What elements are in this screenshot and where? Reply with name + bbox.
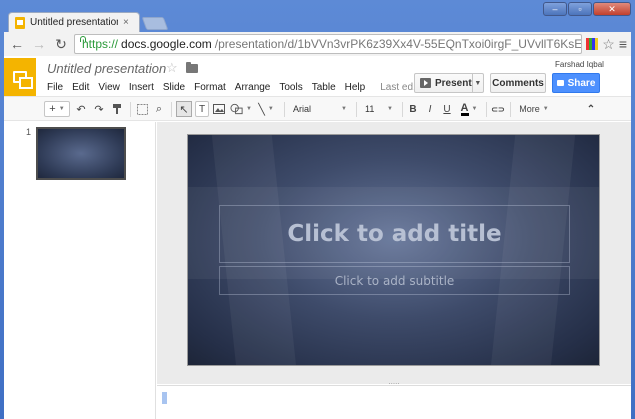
- bold-button[interactable]: B: [407, 101, 419, 117]
- reload-icon[interactable]: ↻: [52, 35, 70, 53]
- fit-icon[interactable]: [135, 101, 149, 117]
- share-button[interactable]: Share: [552, 73, 600, 93]
- present-button[interactable]: Present ▼: [414, 73, 484, 93]
- bookmark-star-icon[interactable]: ☆: [602, 36, 615, 53]
- address-bar[interactable]: https://docs.google.com/presentation/d/1…: [74, 34, 583, 54]
- link-icon[interactable]: ⊂⊃: [490, 101, 506, 117]
- text-box-icon[interactable]: T: [195, 101, 209, 117]
- underline-button[interactable]: U: [441, 101, 453, 117]
- slide-filmstrip: 1: [4, 122, 156, 419]
- back-icon[interactable]: ←: [8, 35, 26, 53]
- font-size-select[interactable]: 11 ▼: [361, 101, 397, 117]
- menu-file[interactable]: File: [47, 82, 63, 93]
- comments-button[interactable]: Comments: [490, 73, 546, 93]
- tab-close-icon[interactable]: ×: [123, 17, 129, 28]
- subtitle-placeholder-text: Click to add subtitle: [334, 273, 455, 288]
- shape-icon[interactable]: ▼: [230, 101, 252, 117]
- menu-edit[interactable]: Edit: [72, 82, 89, 93]
- menu-tools[interactable]: Tools: [279, 82, 302, 93]
- title-placeholder[interactable]: Click to add title: [219, 205, 570, 263]
- tab-strip: Untitled presentation - Go × – ▫ ✕: [0, 0, 635, 32]
- zoom-icon[interactable]: ⌕: [152, 101, 166, 117]
- url-host: docs.google.com: [121, 37, 212, 51]
- menu-table[interactable]: Table: [312, 82, 336, 93]
- menu-help[interactable]: Help: [345, 82, 366, 93]
- font-family-select[interactable]: Arial ▼: [289, 101, 351, 117]
- add-slide-button[interactable]: + ▼: [44, 101, 70, 117]
- slide-number: 1: [26, 127, 32, 137]
- speaker-notes[interactable]: [157, 385, 631, 419]
- slide-thumbnail[interactable]: [36, 127, 126, 180]
- slide-canvas-area: Click to add title Click to add subtitle: [157, 122, 631, 384]
- menu-arrange[interactable]: Arrange: [235, 82, 271, 93]
- slides-app: Untitled presentation ☆ File Edit View I…: [4, 56, 631, 419]
- italic-button[interactable]: I: [424, 101, 436, 117]
- browser-tab[interactable]: Untitled presentation - Go ×: [8, 12, 140, 32]
- star-icon[interactable]: ☆: [166, 60, 178, 76]
- slides-favicon-icon: [15, 16, 25, 29]
- text-color-button[interactable]: A ▼: [458, 101, 480, 117]
- image-icon[interactable]: [212, 101, 226, 117]
- notes-cursor: [162, 392, 167, 404]
- user-account[interactable]: Farshad Iqbal: [555, 60, 604, 69]
- maximize-button[interactable]: ▫: [568, 2, 592, 16]
- extension-icon[interactable]: [586, 38, 599, 50]
- select-icon[interactable]: ↖: [176, 101, 192, 117]
- undo-icon[interactable]: ↶: [74, 101, 88, 117]
- subtitle-placeholder[interactable]: Click to add subtitle: [219, 266, 570, 295]
- menu-slide[interactable]: Slide: [163, 82, 185, 93]
- new-tab-button[interactable]: [141, 17, 169, 30]
- slides-logo-icon[interactable]: [4, 58, 36, 96]
- share-lock-icon: [556, 80, 564, 86]
- present-main[interactable]: Present: [415, 74, 473, 92]
- share-label: Share: [567, 77, 596, 89]
- menu-view[interactable]: View: [98, 82, 120, 93]
- url-path: /presentation/d/1bVVn3vrPK6z39Xx4V-55EQn…: [214, 37, 583, 51]
- menu-bar: File Edit View Insert Slide Format Arran…: [47, 82, 421, 93]
- url-scheme: https://: [82, 37, 119, 51]
- line-icon[interactable]: ╲ ▼: [255, 101, 277, 117]
- editor-toolbar: + ▼ ↶ ↷ ⌕ ↖ T ▼ ╲ ▼ Arial ▼ 11 ▼ B I U A…: [4, 96, 631, 121]
- window-controls: – ▫ ✕: [543, 2, 631, 16]
- browser-window: Untitled presentation - Go × – ▫ ✕ ← → ↻…: [0, 0, 635, 419]
- paint-format-icon[interactable]: [110, 101, 124, 117]
- browser-toolbar: ← → ↻ https://docs.google.com/presentati…: [4, 32, 631, 56]
- tab-title: Untitled presentation - Go: [30, 17, 118, 28]
- minimize-button[interactable]: –: [543, 2, 567, 16]
- folder-icon[interactable]: [186, 62, 198, 73]
- browser-menu-icon[interactable]: ≡: [619, 36, 627, 52]
- collapse-toolbar-icon[interactable]: ⌃: [584, 101, 598, 117]
- slide-canvas[interactable]: Click to add title Click to add subtitle: [187, 134, 600, 366]
- more-button[interactable]: More ▼: [516, 101, 552, 117]
- close-window-button[interactable]: ✕: [593, 2, 631, 16]
- forward-icon[interactable]: →: [30, 35, 48, 53]
- present-label: Present: [435, 77, 472, 89]
- menu-insert[interactable]: Insert: [129, 82, 154, 93]
- play-icon: [420, 78, 431, 88]
- document-title[interactable]: Untitled presentation: [47, 61, 166, 76]
- title-placeholder-text: Click to add title: [287, 221, 502, 247]
- present-dropdown-icon[interactable]: ▼: [473, 80, 483, 87]
- menu-format[interactable]: Format: [194, 82, 226, 93]
- redo-icon[interactable]: ↷: [92, 101, 106, 117]
